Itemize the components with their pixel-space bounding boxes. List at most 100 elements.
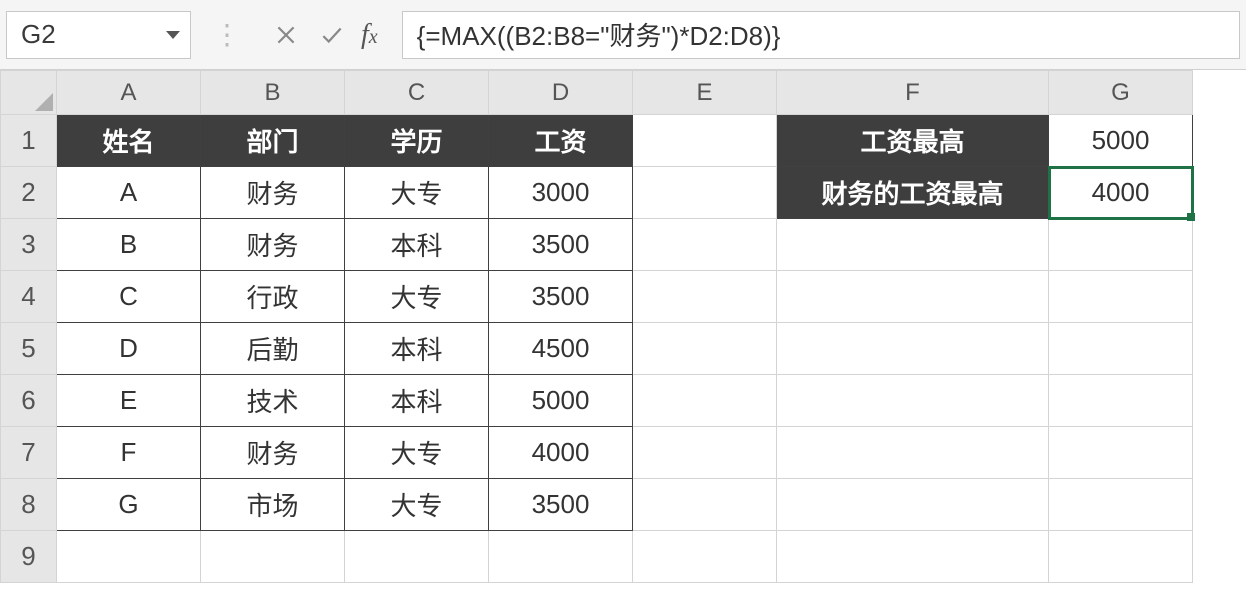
cell-E5[interactable] [633,323,777,375]
cell-A5[interactable]: D [57,323,201,375]
cell-B7[interactable]: 财务 [201,427,345,479]
cell-F3[interactable] [777,219,1049,271]
x-icon [273,22,299,48]
cell-E6[interactable] [633,375,777,427]
cell-A3[interactable]: B [57,219,201,271]
row-header-6[interactable]: 6 [1,375,57,427]
col-header-F[interactable]: F [777,71,1049,115]
cell-D4[interactable]: 3500 [489,271,633,323]
cell-A9[interactable] [57,531,201,583]
cell-A7[interactable]: F [57,427,201,479]
cell-E7[interactable] [633,427,777,479]
cell-G7[interactable] [1049,427,1193,479]
cell-B8[interactable]: 市场 [201,479,345,531]
cell-C5[interactable]: 本科 [345,323,489,375]
cell-B6[interactable]: 技术 [201,375,345,427]
cell-C3[interactable]: 本科 [345,219,489,271]
row-header-5[interactable]: 5 [1,323,57,375]
cell-B1[interactable]: 部门 [201,115,345,167]
formula-input[interactable]: {=MAX((B2:B8="财务")*D2:D8)} [402,11,1240,59]
cell-C8[interactable]: 大专 [345,479,489,531]
row-8: 8 G 市场 大专 3500 [1,479,1193,531]
cell-D7[interactable]: 4000 [489,427,633,479]
cell-C7[interactable]: 大专 [345,427,489,479]
cell-G1[interactable]: 5000 [1049,115,1193,167]
formula-bar: G2 ⋮ fx {=MAX((B2:B8="财务")*D2:D8)} [0,0,1246,70]
row-header-4[interactable]: 4 [1,271,57,323]
dropdown-icon[interactable] [166,31,180,39]
cell-E3[interactable] [633,219,777,271]
cell-F1[interactable]: 工资最高 [777,115,1049,167]
cell-G4[interactable] [1049,271,1193,323]
check-icon [319,22,345,48]
row-header-9[interactable]: 9 [1,531,57,583]
cell-D2[interactable]: 3000 [489,167,633,219]
separator: ⋮ [213,18,241,51]
cell-A1[interactable]: 姓名 [57,115,201,167]
cell-E4[interactable] [633,271,777,323]
cell-G2[interactable]: 4000 [1049,167,1193,219]
cell-G8[interactable] [1049,479,1193,531]
cell-A4[interactable]: C [57,271,201,323]
cell-G9[interactable] [1049,531,1193,583]
cell-B9[interactable] [201,531,345,583]
cancel-button[interactable] [263,14,309,56]
row-header-7[interactable]: 7 [1,427,57,479]
row-1: 1 姓名 部门 学历 工资 工资最高 5000 [1,115,1193,167]
col-header-G[interactable]: G [1049,71,1193,115]
cell-E1[interactable] [633,115,777,167]
row-2: 2 A 财务 大专 3000 财务的工资最高 4000 [1,167,1193,219]
col-header-E[interactable]: E [633,71,777,115]
enter-button[interactable] [309,14,355,56]
cell-D9[interactable] [489,531,633,583]
row-7: 7 F 财务 大专 4000 [1,427,1193,479]
row-4: 4 C 行政 大专 3500 [1,271,1193,323]
cell-C6[interactable]: 本科 [345,375,489,427]
cell-B3[interactable]: 财务 [201,219,345,271]
row-header-1[interactable]: 1 [1,115,57,167]
cell-G5[interactable] [1049,323,1193,375]
col-header-A[interactable]: A [57,71,201,115]
cell-C2[interactable]: 大专 [345,167,489,219]
cell-F7[interactable] [777,427,1049,479]
select-all-corner[interactable] [1,71,57,115]
cell-D8[interactable]: 3500 [489,479,633,531]
cell-D1[interactable]: 工资 [489,115,633,167]
row-5: 5 D 后勤 本科 4500 [1,323,1193,375]
row-6: 6 E 技术 本科 5000 [1,375,1193,427]
cell-F4[interactable] [777,271,1049,323]
row-header-2[interactable]: 2 [1,167,57,219]
cell-F6[interactable] [777,375,1049,427]
cell-B2[interactable]: 财务 [201,167,345,219]
cell-E8[interactable] [633,479,777,531]
cell-D3[interactable]: 3500 [489,219,633,271]
cell-C9[interactable] [345,531,489,583]
row-3: 3 B 财务 本科 3500 [1,219,1193,271]
col-header-B[interactable]: B [201,71,345,115]
cell-A8[interactable]: G [57,479,201,531]
cell-F5[interactable] [777,323,1049,375]
col-header-C[interactable]: C [345,71,489,115]
formula-text: {=MAX((B2:B8="财务")*D2:D8)} [417,16,781,53]
cell-E2[interactable] [633,167,777,219]
spreadsheet-grid[interactable]: A B C D E F G 1 姓名 部门 学历 工资 工资最高 5000 2 … [0,70,1246,583]
fx-button[interactable]: fx [361,19,378,51]
cell-A2[interactable]: A [57,167,201,219]
cell-B4[interactable]: 行政 [201,271,345,323]
cell-G6[interactable] [1049,375,1193,427]
cell-C1[interactable]: 学历 [345,115,489,167]
cell-F9[interactable] [777,531,1049,583]
cell-C4[interactable]: 大专 [345,271,489,323]
cell-E9[interactable] [633,531,777,583]
row-header-8[interactable]: 8 [1,479,57,531]
row-header-3[interactable]: 3 [1,219,57,271]
cell-F2[interactable]: 财务的工资最高 [777,167,1049,219]
cell-G3[interactable] [1049,219,1193,271]
cell-A6[interactable]: E [57,375,201,427]
cell-D5[interactable]: 4500 [489,323,633,375]
cell-F8[interactable] [777,479,1049,531]
cell-D6[interactable]: 5000 [489,375,633,427]
col-header-D[interactable]: D [489,71,633,115]
cell-B5[interactable]: 后勤 [201,323,345,375]
name-box[interactable]: G2 [6,11,191,59]
